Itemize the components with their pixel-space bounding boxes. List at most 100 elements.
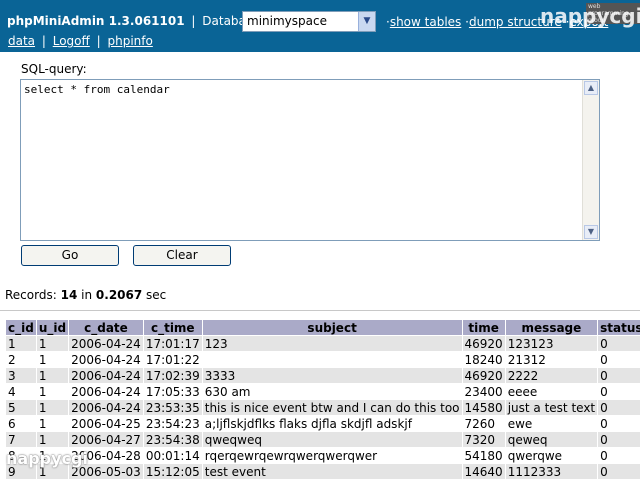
- scroll-up-icon[interactable]: ▲: [584, 81, 598, 95]
- table-cell: 17:05:33: [143, 384, 202, 399]
- header-row-1: phpMiniAdmin 1.3.061101 | Database:: [7, 14, 264, 28]
- database-select-value: minimyspace: [247, 14, 327, 28]
- table-cell: 23:53:35: [143, 400, 202, 415]
- phpinfo-link[interactable]: phpinfo: [107, 34, 152, 48]
- column-header[interactable]: c_date: [69, 320, 143, 335]
- nappycgi-watermark: nappycgi: [6, 449, 88, 468]
- table-cell: 17:02:39: [143, 368, 202, 383]
- table-cell: 1: [36, 384, 69, 399]
- table-cell: 14640: [462, 464, 505, 479]
- sql-scrollbar[interactable]: ▲ ▼: [582, 80, 599, 240]
- table-cell: 0: [598, 432, 640, 447]
- results-body: 1 1 2006-04-24 17:01:17 123 46920 123123 0 2 1 200…: [6, 336, 640, 479]
- header-row-2: data | Logoff | phpinfo: [8, 34, 153, 48]
- table-cell: 46920: [462, 368, 505, 383]
- table-cell: 1: [6, 336, 36, 351]
- table-row: 2 1 2006-04-24 17:01:22 18240 21312 0: [6, 352, 640, 367]
- table-cell: 0: [598, 352, 640, 367]
- table-cell: 23400: [462, 384, 505, 399]
- table-cell: 123123: [505, 336, 598, 351]
- table-cell: 4: [6, 384, 36, 399]
- table-cell: 5: [6, 400, 36, 415]
- table-cell: 21312: [505, 352, 598, 367]
- table-cell: 2006-04-24: [69, 368, 143, 383]
- table-cell: 0: [598, 336, 640, 351]
- table-cell: 46920: [462, 336, 505, 351]
- database-select[interactable]: minimyspace ▼: [242, 11, 376, 32]
- table-row: 8 1 2006-04-28 00:01:14 rqerqewrqewrqwerqwer…: [6, 448, 640, 463]
- table-cell: rqerqewrqewrqwerqwerqwer: [202, 448, 462, 463]
- table-cell: 23:54:23: [143, 416, 202, 431]
- logoff-link[interactable]: Logoff: [53, 34, 90, 48]
- table-row: 4 1 2006-04-24 17:05:33 630 am 23400 eeee 0: [6, 384, 640, 399]
- table-cell: 0: [598, 448, 640, 463]
- column-header[interactable]: message: [505, 320, 598, 335]
- table-row: 6 1 2006-04-25 23:54:23 a;ljflskjdflks flaks…: [6, 416, 640, 431]
- table-cell: ewe: [505, 416, 598, 431]
- table-row: 9 1 2006-05-03 15:12:05 test event 14640 11123…: [6, 464, 640, 479]
- sql-query-textarea[interactable]: select * from calendar ▲ ▼: [20, 79, 600, 241]
- column-header[interactable]: c_time: [143, 320, 202, 335]
- app-name: phpMiniAdmin 1.3.061101: [7, 14, 185, 28]
- table-cell: 1: [36, 336, 69, 351]
- table-cell: eeee: [505, 384, 598, 399]
- table-row: 3 1 2006-04-24 17:02:39 3333 46920 2222 0: [6, 368, 640, 383]
- column-header[interactable]: subject: [202, 320, 462, 335]
- scroll-down-icon[interactable]: ▼: [584, 225, 598, 239]
- column-header[interactable]: status: [598, 320, 640, 335]
- table-cell: 18240: [462, 352, 505, 367]
- table-cell: 123: [202, 336, 462, 351]
- sql-query-text: select * from calendar: [24, 83, 170, 96]
- records-summary: Records: 14 in 0.2067 sec: [5, 288, 166, 302]
- table-cell: 1: [36, 416, 69, 431]
- table-row: 1 1 2006-04-24 17:01:17 123 46920 123123 0: [6, 336, 640, 351]
- column-header[interactable]: c_id: [6, 320, 36, 335]
- table-cell: 00:01:14: [143, 448, 202, 463]
- table-cell: test event: [202, 464, 462, 479]
- clear-button[interactable]: Clear: [133, 245, 231, 266]
- table-cell: 7260: [462, 416, 505, 431]
- column-header[interactable]: u_id: [36, 320, 69, 335]
- table-header-row: c_id u_id c_date c_time subject time mes…: [6, 320, 640, 335]
- table-cell: 2222: [505, 368, 598, 383]
- header-bar: phpMiniAdmin 1.3.061101 | Database: mini…: [0, 0, 640, 52]
- table-cell: 17:01:22: [143, 352, 202, 367]
- table-cell: 2006-04-27: [69, 432, 143, 447]
- table-cell: 2006-04-25: [69, 416, 143, 431]
- show-tables-link[interactable]: show tables: [390, 15, 461, 29]
- table-cell: [202, 352, 462, 367]
- table-cell: qwerqwe: [505, 448, 598, 463]
- chevron-down-icon[interactable]: ▼: [358, 12, 375, 31]
- records-time: 0.2067: [95, 288, 143, 302]
- table-cell: 3333: [202, 368, 462, 383]
- results-table: c_id u_id c_date c_time subject time mes…: [5, 319, 640, 480]
- records-label: Records:: [5, 288, 57, 302]
- table-cell: 54180: [462, 448, 505, 463]
- data-link[interactable]: data: [8, 34, 35, 48]
- table-cell: 3: [6, 368, 36, 383]
- nappycgi-logo: nappycgi: [540, 4, 640, 28]
- table-cell: 2006-04-24: [69, 384, 143, 399]
- table-cell: 1: [36, 352, 69, 367]
- table-cell: 0: [598, 416, 640, 431]
- table-cell: 15:12:05: [143, 464, 202, 479]
- divider: [0, 310, 640, 311]
- go-button[interactable]: Go: [21, 245, 119, 266]
- table-cell: 7: [6, 432, 36, 447]
- table-cell: 1: [36, 432, 69, 447]
- table-cell: 6: [6, 416, 36, 431]
- sql-query-label: SQL-query:: [21, 62, 87, 76]
- table-cell: 2006-04-24: [69, 400, 143, 415]
- table-cell: 2: [6, 352, 36, 367]
- table-cell: 2006-04-24: [69, 336, 143, 351]
- table-cell: just a test text: [505, 400, 598, 415]
- table-cell: qweqweq: [202, 432, 462, 447]
- table-cell: 1112333: [505, 464, 598, 479]
- table-row: 5 1 2006-04-24 23:53:35 this is nice event b…: [6, 400, 640, 415]
- records-count: 14: [60, 288, 78, 302]
- table-cell: 630 am: [202, 384, 462, 399]
- table-cell: 23:54:38: [143, 432, 202, 447]
- table-cell: 0: [598, 464, 640, 479]
- column-header[interactable]: time: [462, 320, 505, 335]
- records-in-label: in: [81, 288, 93, 302]
